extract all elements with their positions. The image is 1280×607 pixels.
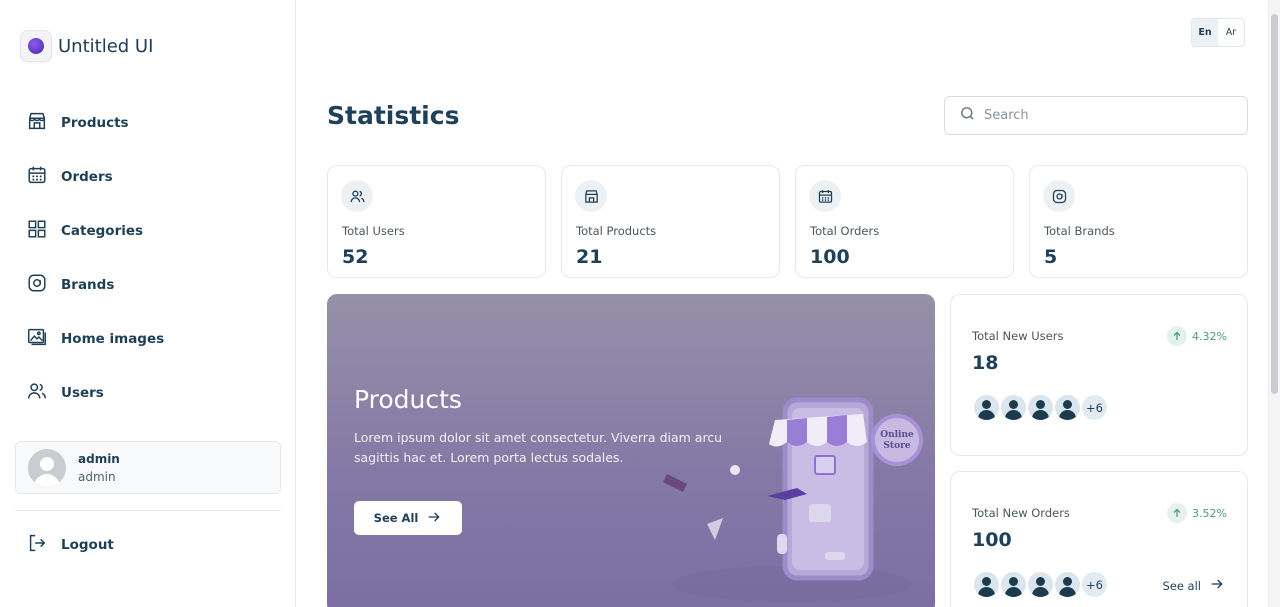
trend-badge: 3.52%: [1167, 503, 1227, 523]
divider: [15, 510, 281, 511]
avatar: [999, 393, 1028, 422]
search-input[interactable]: [984, 108, 1224, 123]
stat-card-brands: Total Brands 5: [1029, 165, 1248, 278]
sidebar-item-users[interactable]: Users: [26, 366, 164, 420]
sign-text-line2: Store: [883, 441, 910, 451]
avatar: [999, 570, 1028, 599]
sidebar-item-label: Products: [61, 115, 129, 131]
users-icon: [341, 180, 373, 212]
more-avatars-count: +6: [1080, 570, 1109, 599]
scrollbar-thumb[interactable]: [1271, 14, 1278, 394]
sign-text-line1: Online: [880, 430, 914, 440]
avatar: [1026, 570, 1055, 599]
avatar: [1053, 393, 1082, 422]
stat-label: Total Users: [342, 224, 405, 238]
see-all-link[interactable]: See all: [1162, 576, 1225, 595]
brand-icon: [1043, 180, 1075, 212]
new-orders-card: Total New Orders 3.52% 100 +6 See all: [950, 471, 1248, 607]
sidebar-item-home-images[interactable]: Home images: [26, 312, 164, 366]
avatar: [972, 393, 1001, 422]
avatar-group: +6: [972, 570, 1109, 599]
sidebar-item-orders[interactable]: Orders: [26, 150, 164, 204]
new-users-card: Total New Users 4.32% 18 +6: [950, 294, 1248, 456]
stat-card-users: Total Users 52: [327, 165, 546, 278]
new-users-label: Total New Users: [972, 329, 1064, 343]
arrow-up-icon: [1167, 326, 1188, 346]
logout-button[interactable]: Logout: [26, 532, 114, 558]
arrow-right-icon: [418, 509, 442, 528]
images-icon: [26, 326, 48, 352]
user-profile-card[interactable]: admin admin: [15, 441, 281, 494]
avatar: [1053, 570, 1082, 599]
avatar-group: +6: [972, 393, 1109, 422]
stat-value: 5: [1044, 246, 1058, 268]
stat-label: Total Products: [576, 224, 657, 238]
banner-title: Products: [354, 385, 462, 414]
stat-value: 21: [576, 246, 603, 268]
sidebar-item-label: Users: [61, 385, 104, 401]
brand-icon: [26, 272, 48, 298]
stat-value: 100: [810, 246, 850, 268]
new-orders-value: 100: [972, 529, 1012, 551]
trend-badge: 4.32%: [1167, 326, 1227, 346]
see-all-label: See all: [1162, 578, 1201, 593]
lang-en-button[interactable]: En: [1192, 19, 1218, 46]
stat-card-orders: Total Orders 100: [795, 165, 1014, 278]
page-title: Statistics: [327, 101, 460, 130]
sidebar-item-label: Orders: [61, 169, 113, 185]
stat-label: Total Orders: [810, 224, 880, 238]
app-name: Untitled UI: [58, 35, 154, 57]
stat-label: Total Brands: [1044, 224, 1115, 238]
sidebar-item-brands[interactable]: Brands: [26, 258, 164, 312]
arrow-up-icon: [1167, 503, 1188, 523]
logo-icon: [20, 30, 52, 62]
profile-name: admin: [78, 451, 120, 466]
see-all-button[interactable]: See All: [354, 501, 462, 535]
products-banner: Products Lorem ipsum dolor sit amet cons…: [327, 294, 935, 607]
app-logo[interactable]: Untitled UI: [20, 30, 153, 62]
sidebar-nav: Products Orders Categories Brands Home i…: [26, 96, 164, 420]
search-icon: [959, 105, 976, 126]
sidebar-item-label: Brands: [61, 277, 115, 293]
trend-value: 3.52%: [1192, 506, 1227, 520]
language-switcher: En Ar: [1191, 18, 1245, 47]
new-users-value: 18: [972, 352, 999, 374]
more-avatars-count: +6: [1080, 393, 1109, 422]
trend-value: 4.32%: [1192, 329, 1227, 343]
page-scrollbar[interactable]: [1268, 0, 1280, 607]
calendar-icon: [809, 180, 841, 212]
sidebar-item-products[interactable]: Products: [26, 96, 164, 150]
arrow-right-icon: [1201, 576, 1225, 595]
avatar: [28, 448, 66, 487]
store-icon: [575, 180, 607, 212]
logout-icon: [26, 532, 48, 558]
sidebar: Untitled UI Products Orders Categories B…: [0, 0, 296, 607]
sidebar-item-label: Categories: [61, 223, 144, 239]
logout-label: Logout: [61, 537, 114, 553]
avatar: [1026, 393, 1055, 422]
online-store-illustration: Online Store: [663, 397, 923, 602]
see-all-label: See All: [373, 511, 419, 525]
profile-role: admin: [78, 469, 116, 484]
search-box[interactable]: [944, 96, 1248, 135]
users-icon: [26, 380, 48, 406]
avatar: [972, 570, 1001, 599]
calendar-icon: [26, 164, 48, 190]
stat-card-products: Total Products 21: [561, 165, 780, 278]
grid-icon: [26, 218, 48, 244]
new-orders-label: Total New Orders: [972, 506, 1070, 520]
store-icon: [26, 110, 48, 136]
sidebar-item-label: Home images: [61, 331, 165, 347]
sidebar-item-categories[interactable]: Categories: [26, 204, 164, 258]
stat-value: 52: [342, 246, 369, 268]
lang-ar-button[interactable]: Ar: [1218, 19, 1244, 46]
